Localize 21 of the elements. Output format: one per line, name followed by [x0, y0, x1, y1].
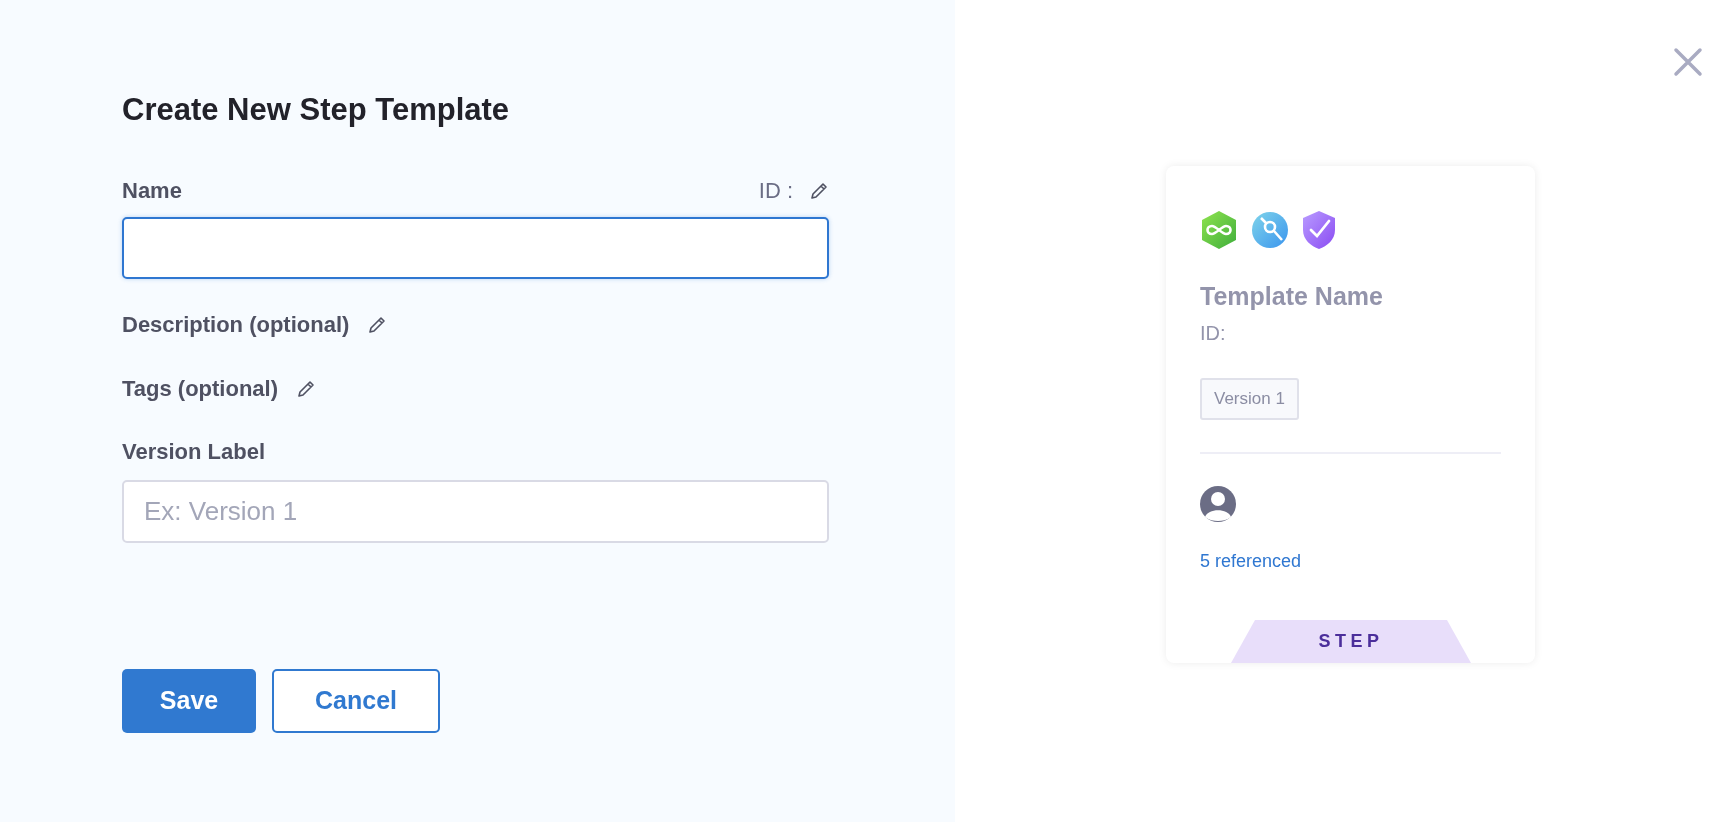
- id-label: ID:: [1200, 321, 1227, 346]
- pencil-icon[interactable]: [296, 379, 317, 399]
- cancel-button[interactable]: Cancel: [272, 669, 440, 733]
- shield-check-icon: [1302, 210, 1336, 250]
- field-label: Version Label: [122, 438, 267, 466]
- version-tag: Version 1: [1200, 378, 1299, 420]
- hexagon-icon: [1200, 210, 1238, 250]
- field-label: Description (optional): [122, 311, 350, 339]
- avatar-icon: [1200, 485, 1236, 522]
- version-input-field[interactable]: Ex: Version 1: [122, 480, 829, 543]
- pencil-icon[interactable]: [809, 180, 829, 201]
- field-label: Tags (optional): [122, 375, 279, 403]
- save-button[interactable]: Save: [122, 669, 256, 733]
- name-input-field[interactable]: [122, 217, 829, 279]
- referenced-link[interactable]: 5 referenced: [1200, 547, 1302, 575]
- pencil-icon[interactable]: [367, 315, 388, 335]
- form-title: Create New Step Template: [122, 91, 511, 129]
- template-name: Template Name: [1200, 281, 1384, 312]
- field-label: Name: [122, 177, 182, 205]
- magnifier-icon: [1252, 212, 1288, 248]
- id-label: ID :: [758, 177, 793, 205]
